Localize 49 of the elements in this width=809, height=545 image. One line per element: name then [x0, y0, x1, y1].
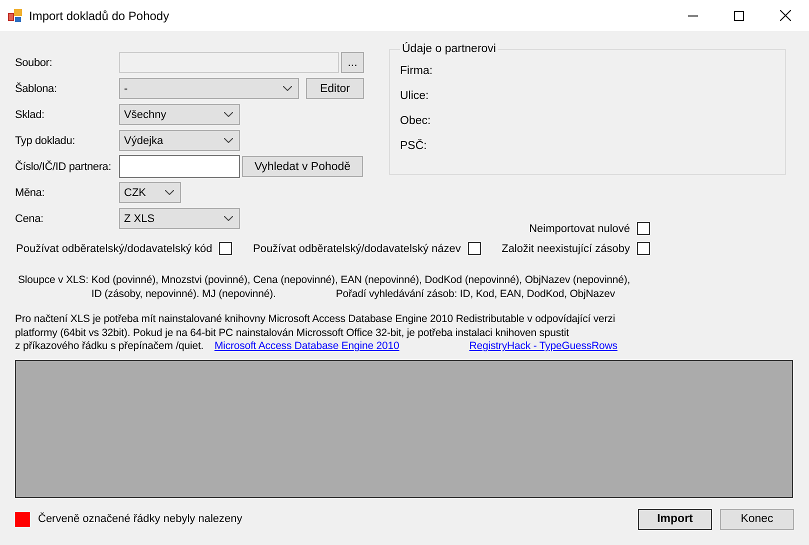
checkbox-label: Používat odběratelský/dodavatelský název	[252, 242, 461, 254]
app-icon	[8, 8, 22, 22]
field-label: Typ dokladu:	[15, 134, 76, 146]
checkbox-label: Založit neexistující zásoby	[502, 242, 630, 254]
field-label: Cena:	[15, 212, 44, 224]
chevron-icon	[224, 216, 233, 221]
partner-field-label: PSČ:	[400, 138, 428, 154]
close-button[interactable]: Konec	[720, 508, 794, 530]
partner-id-field[interactable]	[119, 155, 240, 178]
browse-button[interactable]: ...	[341, 52, 364, 73]
dropdown[interactable]: Z XLS	[119, 208, 240, 229]
partner-field-label: Obec:	[400, 114, 432, 129]
checkbox-label: Neimportovat nulové	[529, 222, 630, 234]
checkbox[interactable]	[637, 222, 650, 235]
field-label: Šablona:	[15, 82, 58, 94]
file-path-field[interactable]	[119, 52, 339, 73]
partner-field-label: Firma:	[400, 64, 434, 79]
dropdown[interactable]: CZK	[119, 182, 181, 203]
chevron-icon	[165, 190, 174, 195]
group-title: Údaje o partnerovi	[401, 43, 497, 55]
search-order-text: Pořadí vyhledávání zásob: ID, Kod, EAN, DodKod, ObjNazev	[336, 287, 616, 301]
search-button[interactable]: Vyhledat v Pohodě	[242, 156, 363, 177]
editor-button[interactable]: Editor	[306, 78, 364, 99]
field-label: Měna:	[15, 186, 46, 198]
window-title: Import dokladů do Pohody	[29, 8, 170, 22]
checkbox[interactable]	[219, 242, 232, 255]
partner-field-label: Ulice:	[400, 89, 430, 104]
field-label: Sklad:	[15, 108, 46, 120]
columns-text: ID (zásoby, nepovinné). MJ (nepovinné).	[91, 287, 276, 301]
template-dropdown[interactable]: -	[119, 78, 299, 99]
columns-text: Kod (povinné), Mnozstvi (povinné), Cena (nepovinné), EAN (nepovinné), DodKod (nepovinné), ObjNazev (nepovinné),	[91, 273, 630, 287]
checkbox[interactable]	[468, 242, 481, 255]
dropdown[interactable]: Výdejka	[119, 130, 240, 151]
columns-label: Sloupce v XLS:	[18, 273, 88, 287]
legend-text: Červeně označené řádky nebyly nalezeny	[38, 513, 242, 525]
checkbox[interactable]	[636, 242, 650, 255]
checkbox-label: Používat odběratelský/dodavatelský kód	[16, 242, 212, 254]
chevron-icon	[224, 112, 233, 117]
download-link[interactable]: Microsoft Access Database Engine 2010	[214, 340, 400, 352]
field-label: Soubor:	[15, 56, 54, 68]
dropdown[interactable]: Všechny	[119, 104, 240, 125]
info-paragraph: Pro načtení XLS je potřeba mít nainstalované knihovny Microsoft Access Database Engine 2010 Redistributable v odpovídající verzi platformy (64bit vs 32bit). Pokud je na 64-bit PC nainstalován Microssoft Office 32-bit, je potřeba instalaci knihoven spustit z příkazového řádku s přepínačem /quiet. Microsoft Access Database Engine 2010 RegistryHack - TypeGuessRows	[15, 313, 618, 354]
maximize-icon[interactable]	[734, 10, 744, 20]
close-icon[interactable]	[780, 10, 791, 21]
registry-link[interactable]: RegistryHack - TypeGuessRows	[469, 340, 618, 352]
field-label: Číslo/IČ/ID partnera:	[15, 160, 112, 172]
chevron-icon	[283, 86, 292, 91]
chevron-icon	[224, 138, 233, 143]
import-button[interactable]: Import	[638, 508, 712, 530]
